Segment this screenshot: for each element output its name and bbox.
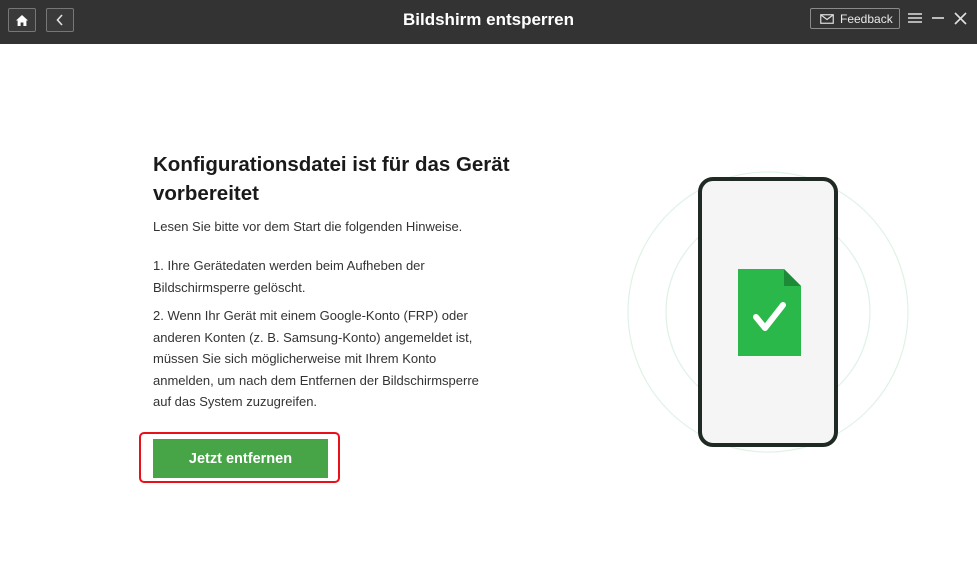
close-icon [953,11,967,25]
title-bar: Bildshirm entsperren Feedback [0,0,977,44]
page-heading: Konfigurationsdatei ist für das Gerät vo… [153,153,510,205]
feedback-button[interactable]: Feedback [810,8,900,29]
minimize-button[interactable] [929,9,947,27]
menu-icon [908,13,922,23]
mail-icon [820,13,834,24]
remove-now-button[interactable]: Jetzt entfernen [153,439,328,478]
close-button[interactable] [951,9,969,27]
minimize-icon [932,17,944,19]
file-check-icon [738,269,801,356]
phone-illustration [627,171,909,453]
feedback-label: Feedback [840,11,893,26]
menu-button[interactable] [906,9,924,27]
intro-text: Lesen Sie bitte vor dem Start die folgen… [153,219,463,234]
note-item: 1. Ihre Gerätedaten werden beim Aufheben… [153,258,425,295]
note-item: 2. Wenn Ihr Gerät mit einem Google-Konto… [153,308,479,409]
